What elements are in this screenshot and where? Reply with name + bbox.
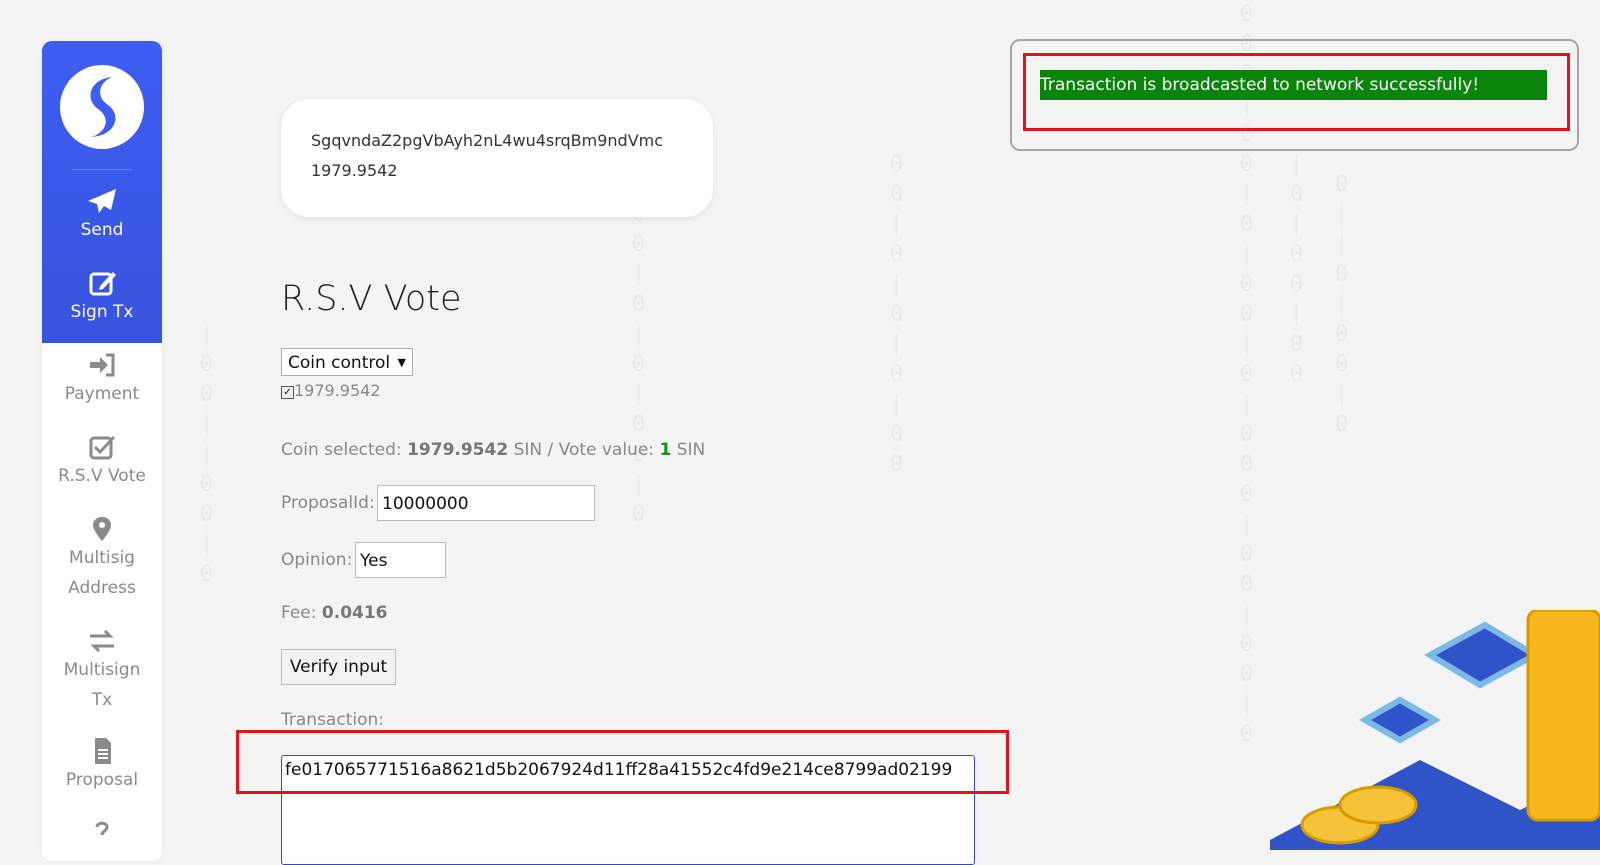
highlight-box-transaction (236, 730, 1009, 794)
coin-selected-value: 1979.9542 (407, 440, 509, 460)
opinion-input[interactable]: Yes (355, 542, 446, 578)
logo-divider (72, 169, 132, 170)
sidebar-item-label: Multisig (69, 548, 135, 568)
sidebar-item-label: Multisign (63, 660, 141, 680)
coin-row: ✓ 1979.9542 (281, 381, 381, 400)
sidebar-item-label: R.S.V Vote (58, 466, 146, 486)
page-title: R.S.V Vote (281, 279, 462, 319)
coin-selected-label: Coin selected: (281, 440, 402, 460)
check-square-icon (89, 435, 116, 460)
sidebar-item-label: Address (68, 578, 136, 598)
background-pattern: | 0 0 | | 0 0 | 0 (200, 322, 214, 587)
document-icon (95, 738, 111, 764)
sinovate-logo[interactable] (60, 65, 144, 149)
edit-icon (89, 272, 116, 296)
fee-label: Fee: (281, 603, 317, 623)
sidebar-item-proposal[interactable]: Proposal (42, 737, 162, 795)
opinion-label: Opinion: (281, 550, 353, 570)
verify-input-button[interactable]: Verify input (281, 649, 396, 685)
sign-in-icon (90, 353, 115, 377)
exchange-icon (90, 629, 114, 653)
success-message: Transaction is broadcasted to network su… (1040, 70, 1547, 100)
sidebar-item-label: Payment (64, 384, 140, 404)
fee-row: Fee: 0.0416 (281, 603, 388, 623)
coin-checkbox[interactable]: ✓ (281, 386, 294, 399)
vote-value: 1 (659, 440, 672, 460)
sidebar-item-label: Proposal (65, 770, 139, 790)
chevron-down-icon: ▼ (397, 356, 406, 369)
question-icon (95, 821, 109, 836)
vote-value-label: SIN / Vote value: (513, 440, 655, 460)
sidebar-item-multisign-tx[interactable]: Multisign Tx (42, 627, 162, 715)
proposal-label: ProposalId: (281, 493, 375, 513)
sidebar-item-label: Tx (91, 690, 113, 710)
coin-summary: Coin selected: 1979.9542 SIN / Vote valu… (281, 440, 705, 460)
coins-illustration (1270, 610, 1600, 850)
wallet-balance: 1979.9542 (311, 161, 398, 180)
transaction-label: Transaction: (281, 710, 384, 730)
unit-label: SIN (676, 440, 706, 460)
sidebar: Send Sign Tx Payment R.S.V Vote Multisig… (42, 41, 162, 861)
background-pattern: 0 | | 0 | 0 0 | 0 (1335, 172, 1349, 437)
fee-value: 0.0416 (321, 603, 388, 623)
coin-value: 1979.9542 (294, 381, 381, 400)
coin-control-select[interactable]: Coin control ▼ (281, 348, 413, 376)
sidebar-item-send[interactable]: Send (42, 187, 162, 245)
sidebar-item-multisig-address[interactable]: Multisig Address (42, 515, 162, 603)
sidebar-item-rsv-vote[interactable]: R.S.V Vote (42, 433, 162, 491)
sidebar-item-label: Send (80, 220, 124, 240)
background-pattern: 0 0 | 0 | 0 | 0 | 0 0 (890, 152, 904, 477)
background-pattern: 0 0 | 0 | 0 | 0 0 | 0 (632, 202, 646, 527)
proposal-id-input[interactable]: 10000000 (377, 485, 595, 521)
sidebar-item-sign-tx[interactable]: Sign Tx (42, 269, 162, 327)
sidebar-item-payment[interactable]: Payment (42, 351, 162, 409)
wallet-card: SgqvndaZ2pgVbAyh2nL4wu4srqBm9ndVmc 1979.… (281, 99, 713, 217)
sidebar-item-help[interactable] (42, 817, 162, 845)
coin-control-value: Coin control (288, 353, 391, 373)
background-pattern: | 0 | 0 0 | 0 0 (1290, 152, 1304, 387)
sidebar-item-label: Sign Tx (70, 302, 134, 322)
paper-plane-icon (88, 189, 116, 213)
map-marker-icon (93, 517, 111, 541)
wallet-address: SgqvndaZ2pgVbAyh2nL4wu4srqBm9ndVmc (311, 131, 664, 150)
